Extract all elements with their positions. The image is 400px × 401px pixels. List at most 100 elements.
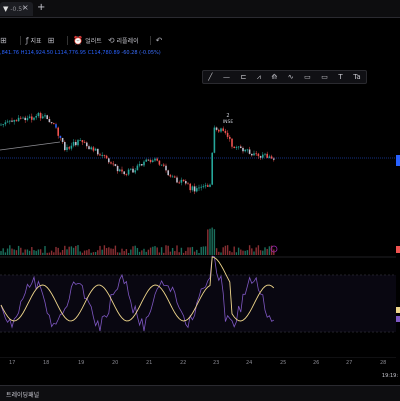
candle-body	[17, 117, 20, 122]
volume-bar	[55, 246, 57, 255]
volume-bar	[66, 249, 68, 255]
volume-bar	[235, 252, 238, 255]
candle-body	[163, 164, 165, 166]
volume-bar	[178, 252, 180, 255]
horizontal-line-tool-icon[interactable]: —	[223, 73, 230, 81]
undo-button[interactable]: ↶	[156, 36, 165, 45]
volume-bar	[215, 248, 218, 255]
trendline-tool-icon[interactable]: ╱	[208, 73, 212, 81]
volume-bar	[242, 250, 244, 255]
volume-bar	[83, 250, 86, 255]
candle-body	[165, 165, 167, 171]
indicators-button[interactable]: ƒ 지표	[26, 36, 42, 45]
trading-panel-label: 트레이딩패널	[6, 392, 40, 399]
candle-body	[209, 184, 211, 187]
volume-bar	[39, 249, 42, 255]
templates-icon: ⊞	[47, 35, 55, 45]
candle-body	[202, 186, 205, 188]
candle-body	[44, 115, 46, 117]
volume-bar	[156, 247, 158, 255]
volume-bar	[31, 247, 33, 255]
candle-body	[0, 124, 2, 126]
volume-bar	[211, 227, 213, 255]
time-axis[interactable]: 17 18 19 20 21 22 23 24 25 26 27 28	[0, 358, 400, 370]
volume-bar	[143, 248, 145, 255]
channel-tool-icon[interactable]: ⊏	[241, 73, 247, 81]
candle-body	[11, 120, 13, 122]
candle-body	[213, 127, 216, 153]
text-tool-icon[interactable]: T	[338, 73, 342, 81]
text-style-tool-icon[interactable]: Ta	[353, 73, 360, 81]
volume-bar	[169, 251, 172, 255]
volume-bar	[158, 252, 161, 255]
volume-bar	[15, 250, 18, 255]
volume-bar	[231, 252, 233, 255]
volume-bar	[259, 250, 262, 255]
volume-bar	[72, 247, 75, 255]
time-tick: 25	[280, 360, 287, 366]
candle-body	[66, 147, 68, 151]
volume-bar	[13, 249, 15, 255]
stoch-d-axis-marker	[396, 307, 400, 313]
candle-body	[189, 183, 191, 191]
volume-bar	[204, 246, 207, 255]
trendline-drawing[interactable]	[0, 141, 61, 151]
candle-body	[61, 137, 64, 143]
candle-body	[112, 163, 114, 165]
volume-bar	[48, 252, 51, 255]
add-tab-button[interactable]: +	[37, 3, 45, 13]
ohlc-change: -60.28 (-0.05%)	[121, 50, 161, 56]
volume-bar	[17, 245, 20, 255]
candle-body	[79, 140, 81, 141]
candle-body	[123, 171, 125, 175]
volume-bar	[246, 250, 249, 255]
rectangle-tool-icon[interactable]: ▭	[304, 73, 311, 81]
ohlc-legend: ,841.76 H114,924.50 L114,776.95 C114,780…	[0, 50, 161, 56]
volume-series	[0, 227, 275, 255]
candle-body	[182, 179, 185, 182]
volume-bar	[198, 252, 200, 255]
alert-button[interactable]: ⏰ 얼러트	[73, 36, 102, 45]
tab-dropdown-icon[interactable]: ▼	[3, 5, 8, 13]
pattern-tool-icon[interactable]: ⟰	[271, 73, 277, 81]
candle-body	[185, 181, 187, 184]
volume-bar	[70, 246, 73, 255]
function-icon: ƒ	[25, 35, 29, 45]
brush-tool-icon[interactable]: ∿	[288, 73, 294, 81]
candle-body	[244, 149, 246, 152]
replay-button[interactable]: ⟲ 리플레이	[108, 36, 139, 45]
volume-bar	[94, 251, 97, 255]
volume-bar	[253, 251, 255, 255]
candle-body	[231, 138, 233, 147]
candle-body	[187, 183, 189, 185]
volume-bar	[163, 252, 165, 255]
price-chart[interactable]: 2 INSE	[0, 90, 400, 358]
volume-bar	[182, 252, 185, 255]
ohlc-close: C114,780.89	[87, 50, 120, 56]
time-tick: 20	[112, 360, 119, 366]
grid-icon: ⊞	[0, 35, 7, 45]
volume-bar	[193, 251, 196, 255]
time-tick: 19	[78, 360, 85, 366]
candle-body	[110, 162, 112, 164]
volume-bar	[50, 250, 53, 255]
volume-bar	[187, 247, 189, 255]
candle-body	[37, 113, 40, 117]
volume-bar	[81, 252, 84, 255]
layout-button[interactable]: ⊞	[0, 36, 9, 45]
tab-close-icon[interactable]: ×	[22, 4, 29, 12]
volume-bar	[57, 247, 59, 255]
candle-body	[57, 127, 59, 136]
candle-body	[4, 122, 7, 125]
candle-body	[83, 142, 86, 143]
volume-bar	[132, 246, 134, 255]
trading-panel-bar[interactable]: 트레이딩패널	[0, 385, 400, 401]
volume-bar	[46, 252, 48, 255]
candle-body	[119, 169, 121, 172]
shape-tool-icon[interactable]: ▭	[321, 73, 328, 81]
candle-body	[81, 140, 84, 143]
annotation-badge: 2	[226, 113, 229, 119]
fib-tool-icon[interactable]: ⩘	[257, 73, 261, 81]
templates-button[interactable]: ⊞	[48, 36, 57, 45]
top-toolbar: ⊞ ƒ 지표 ⊞ ⏰ 얼러트 ⟲ 리플레이 ↶	[0, 31, 400, 49]
